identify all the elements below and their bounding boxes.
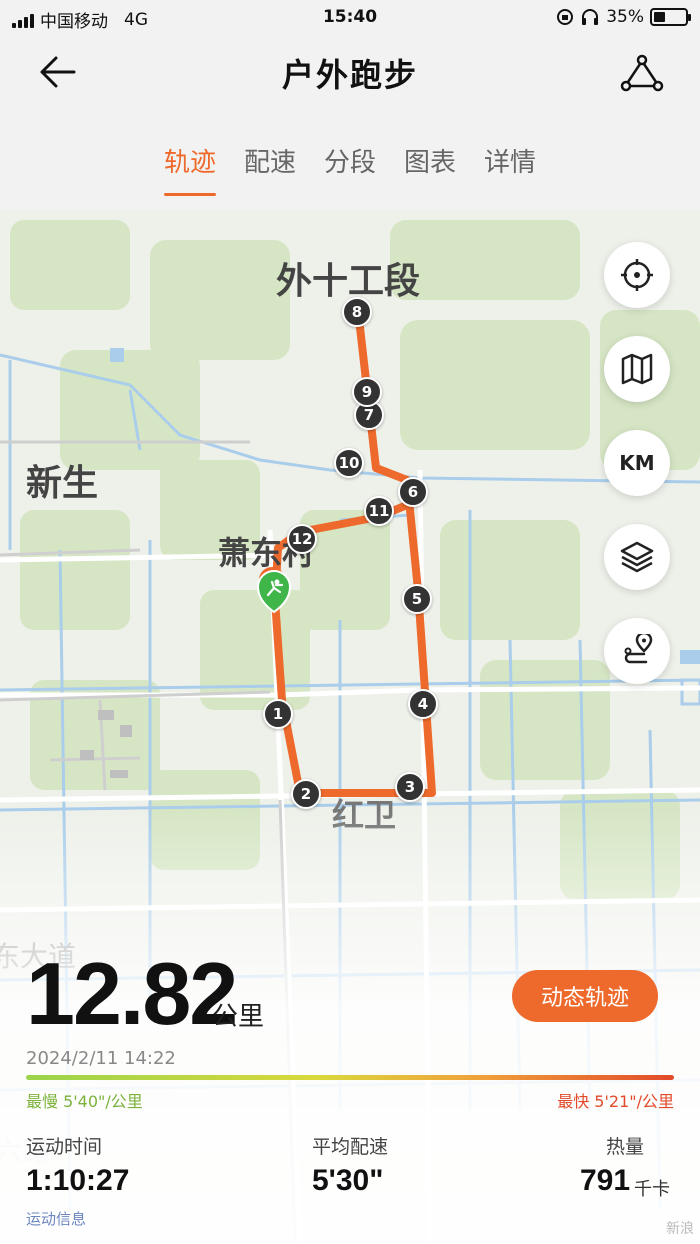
km-marker-10[interactable]: 10 xyxy=(334,448,364,478)
battery-percent: 35% xyxy=(606,7,644,27)
run-info-link[interactable]: 运动信息 xyxy=(26,1208,86,1229)
route-pin-icon xyxy=(624,634,653,664)
battery-icon xyxy=(650,8,691,26)
km-marker-8[interactable]: 8 xyxy=(342,297,372,327)
tab-bar: 轨迹 配速 分段 图表 详情 xyxy=(0,106,700,210)
tab-charts[interactable]: 图表 xyxy=(404,142,456,188)
distance-unit: 公里 xyxy=(212,1002,265,1032)
map-label-waishi: 外十工段 xyxy=(276,261,421,302)
route-share-button[interactable] xyxy=(618,48,664,94)
tab-track[interactable]: 轨迹 xyxy=(163,142,216,196)
status-right: 35% xyxy=(556,7,691,27)
header: 户外跑步 xyxy=(0,36,700,106)
watermark: 新浪 xyxy=(666,1221,694,1237)
km-marker-4[interactable]: 4 xyxy=(408,689,438,719)
tab-pace[interactable]: 配速 xyxy=(244,142,296,188)
rotation-lock-icon xyxy=(557,9,574,25)
stat-unit-calories: 千卡 xyxy=(634,1179,670,1200)
dynamic-track-button[interactable]: 动态轨迹 xyxy=(512,970,658,1022)
km-marker-11[interactable]: 11 xyxy=(364,496,394,526)
status-bar: 中国移动 4G 15:40 35% xyxy=(0,0,700,36)
stat-label-calories: 热量 xyxy=(606,1136,645,1158)
layers-button[interactable] xyxy=(604,524,670,590)
back-button[interactable] xyxy=(36,50,80,94)
map-type-button[interactable] xyxy=(604,336,670,402)
stat-value-calories: 791 xyxy=(580,1164,631,1197)
map-label-xinsheng: 新生 xyxy=(26,463,99,504)
stat-value-avg-pace: 5'30" xyxy=(312,1164,384,1197)
route-share-icon xyxy=(620,54,664,92)
distance-value: 12.82 xyxy=(26,944,238,1043)
locate-button[interactable] xyxy=(604,242,670,308)
page-title: 户外跑步 xyxy=(281,56,418,94)
stat-value-duration: 1:10:27 xyxy=(26,1164,130,1197)
stat-label-avg-pace: 平均配速 xyxy=(312,1136,389,1158)
crosshair-icon xyxy=(621,259,653,291)
km-marker-1[interactable]: 1 xyxy=(263,699,293,729)
km-marker-6[interactable]: 6 xyxy=(398,477,428,507)
km-marker-12[interactable]: 12 xyxy=(287,524,317,554)
headphones-icon xyxy=(582,9,599,25)
layers-icon xyxy=(620,541,654,573)
map-icon xyxy=(621,353,653,385)
stat-label-duration: 运动时间 xyxy=(26,1136,103,1158)
battery-fill xyxy=(654,12,665,22)
tab-splits[interactable]: 分段 xyxy=(324,142,376,188)
km-toggle-button[interactable]: KM xyxy=(604,430,670,496)
map-label-hongwei: 红卫 xyxy=(332,796,397,834)
slowest-pace: 最慢 5'40"/公里 xyxy=(26,1092,143,1111)
route-pin-button[interactable] xyxy=(604,618,670,684)
fastest-pace: 最快 5'21"/公里 xyxy=(557,1092,674,1111)
pace-gradient-bar xyxy=(26,1075,674,1080)
km-marker-9[interactable]: 9 xyxy=(352,377,382,407)
arrow-left-icon xyxy=(40,56,76,88)
km-marker-3[interactable]: 3 xyxy=(395,772,425,802)
km-marker-2[interactable]: 2 xyxy=(291,779,321,809)
km-marker-5[interactable]: 5 xyxy=(402,584,432,614)
run-datetime: 2024/2/11 14:22 xyxy=(26,1048,176,1069)
tab-details[interactable]: 详情 xyxy=(484,142,536,188)
